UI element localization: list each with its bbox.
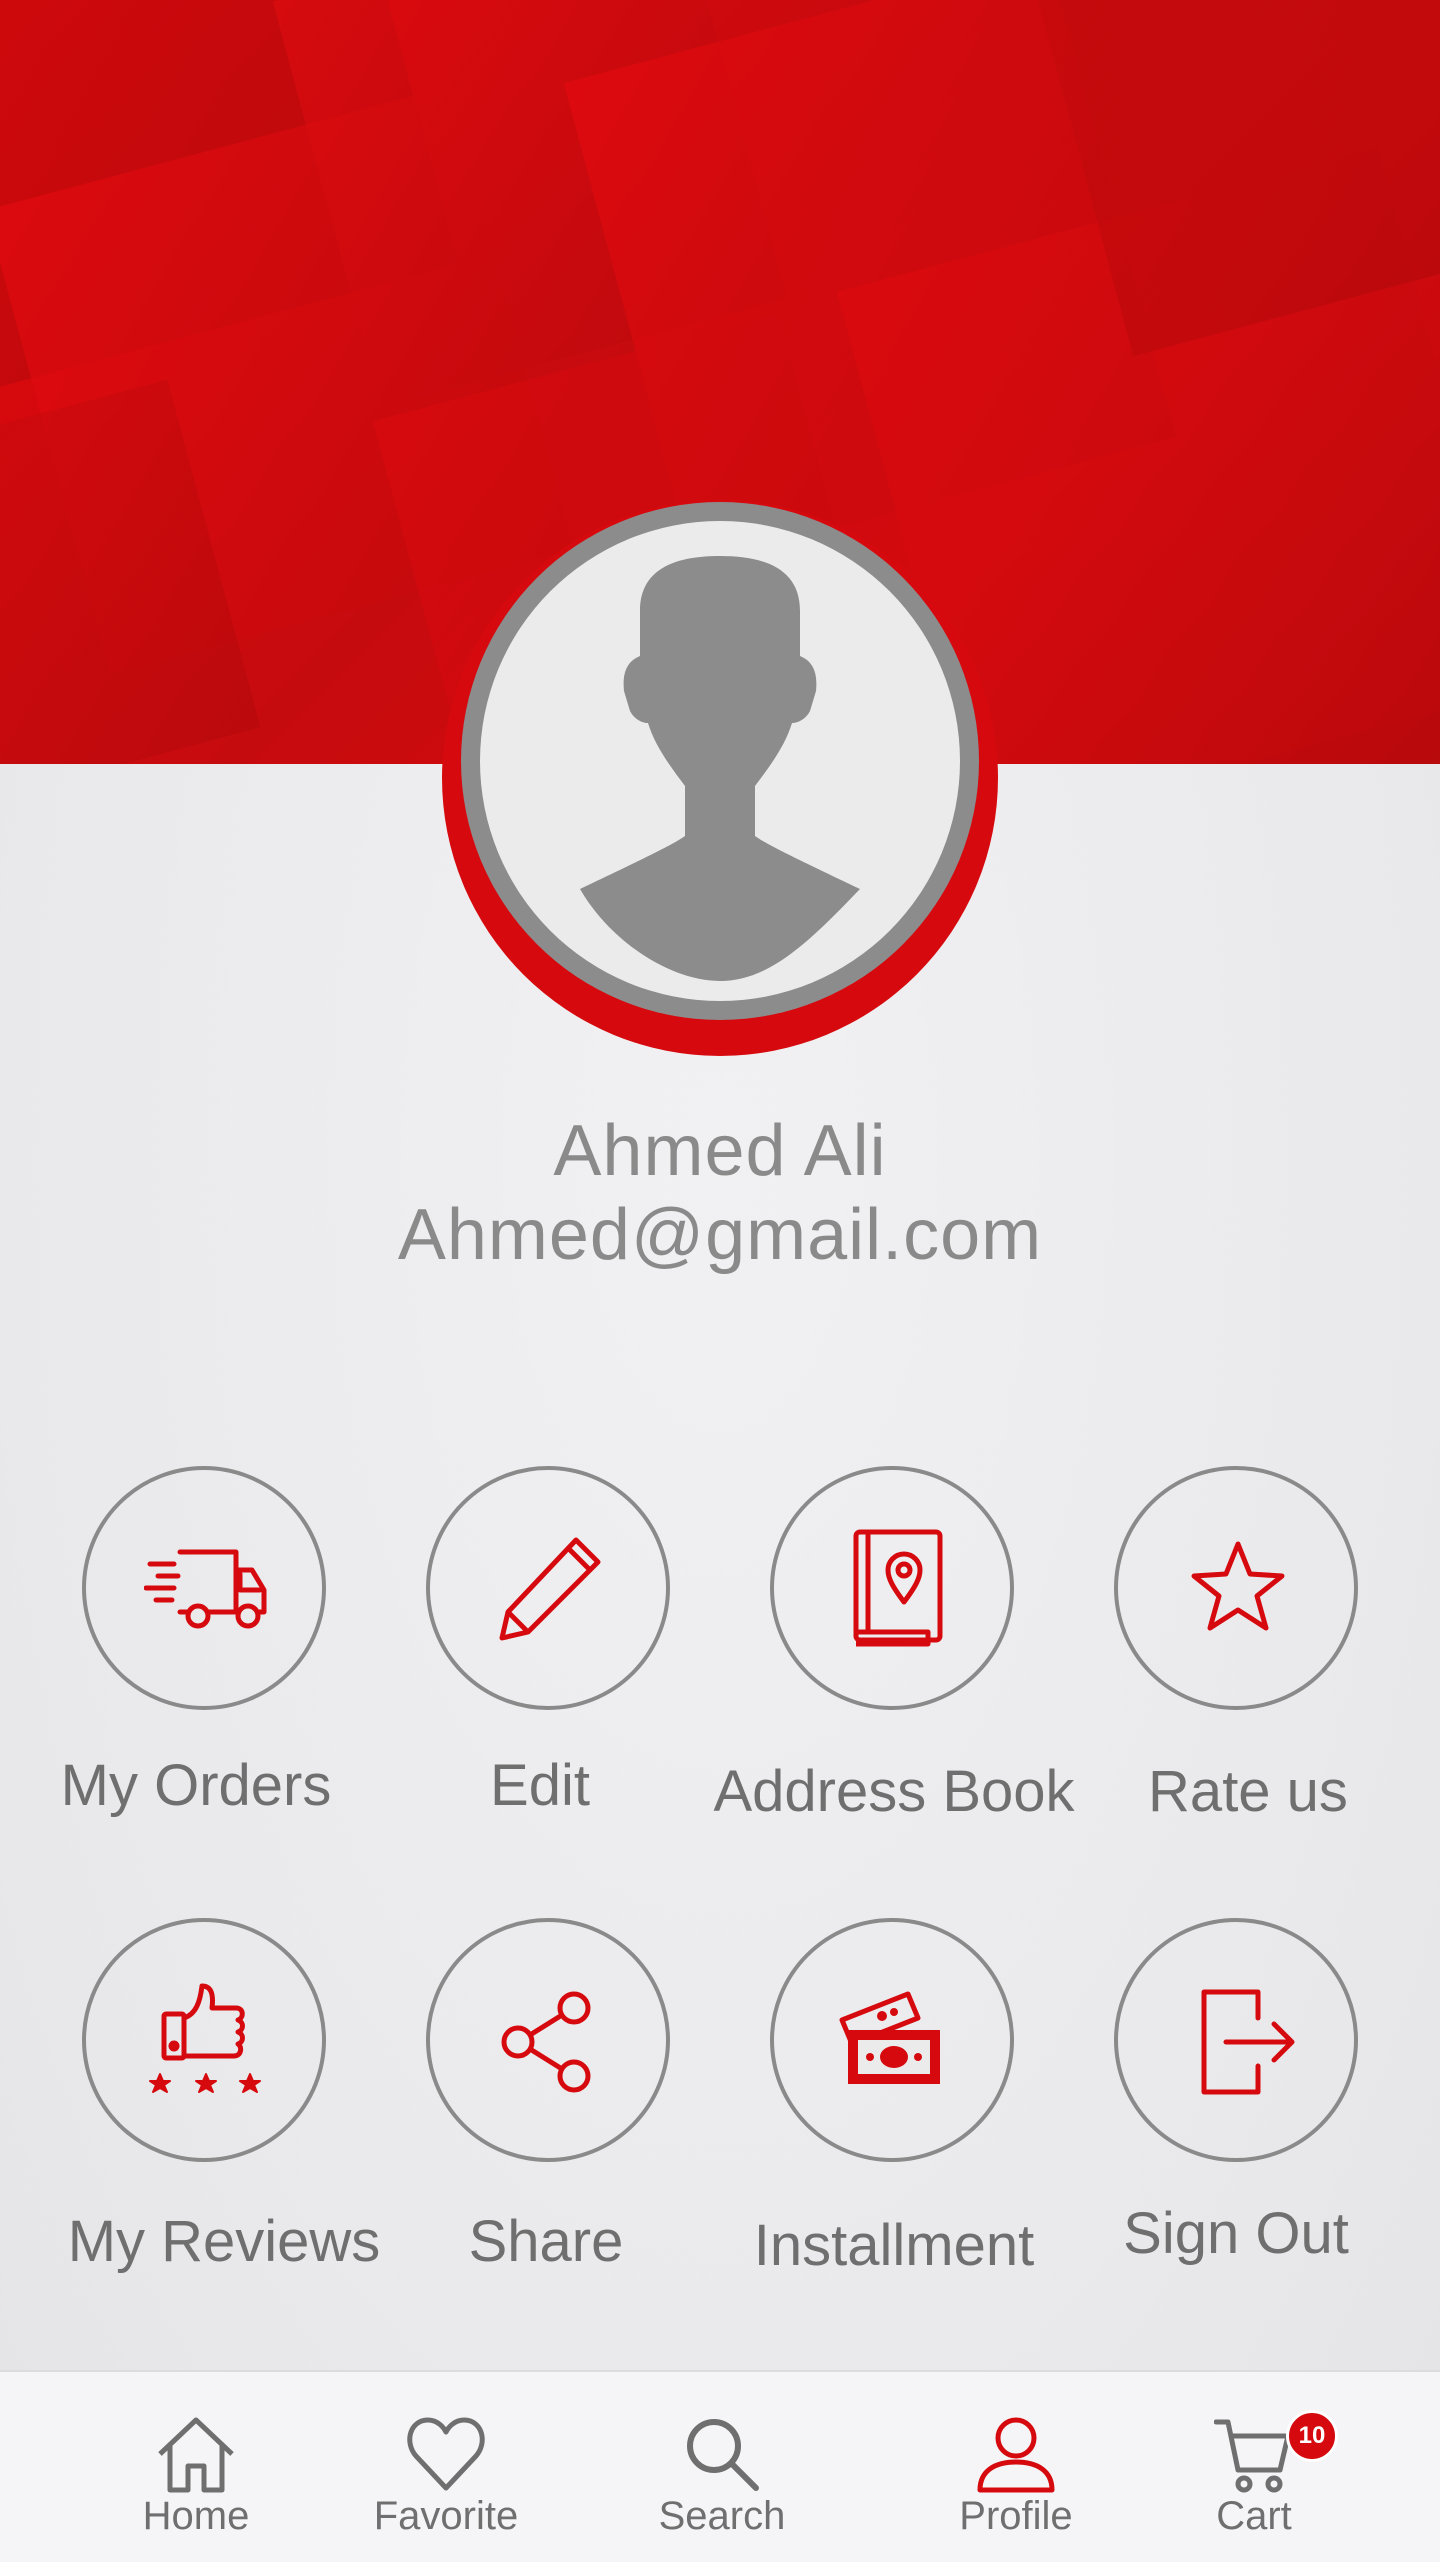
address-book-circle — [770, 1466, 1014, 1710]
money-icon — [839, 1991, 940, 2084]
my-orders-button[interactable] — [82, 1466, 326, 1710]
sign-out-button[interactable] — [1114, 1918, 1358, 2162]
address-book-button[interactable] — [770, 1466, 1014, 1710]
installment-circle — [770, 1918, 1014, 2162]
heart-icon — [407, 2417, 485, 2491]
thumbs-up-rating-icon — [149, 1983, 261, 2093]
sign-out-icon — [1201, 1989, 1295, 2095]
nav-search[interactable]: Search — [612, 2372, 832, 2562]
my-orders-circle — [82, 1466, 326, 1710]
sign-out-label: Sign Out — [1123, 2201, 1349, 2266]
share-button[interactable] — [426, 1918, 670, 2162]
installment-button[interactable] — [770, 1918, 1014, 2162]
nav-home-label: Home — [142, 2494, 250, 2538]
nav-home[interactable]: Home — [86, 2372, 306, 2562]
my-reviews-button[interactable] — [82, 1918, 326, 2162]
rate-us-label: Rate us — [1148, 1759, 1348, 1824]
nav-profile[interactable]: Profile — [906, 2372, 1126, 2562]
user-email: Ahmed@gmail.com — [397, 1195, 1043, 1275]
cart-icon — [1214, 2419, 1291, 2493]
user-icon — [977, 2417, 1055, 2493]
nav-favorite[interactable]: Favorite — [336, 2372, 556, 2562]
edit-circle — [426, 1466, 670, 1710]
pencil-icon — [499, 1537, 601, 1641]
user-name: Ahmed Ali — [553, 1111, 887, 1191]
share-circle — [426, 1918, 670, 2162]
search-icon — [687, 2419, 759, 2491]
nav-search-label: Search — [658, 2494, 786, 2538]
rate-us-button[interactable] — [1114, 1466, 1358, 1710]
nav-cart-label: Cart — [1216, 2494, 1292, 2538]
home-icon — [158, 2417, 234, 2493]
avatar[interactable] — [480, 521, 960, 1001]
user-silhouette-icon — [580, 556, 860, 981]
nav-profile-label: Profile — [959, 2494, 1073, 2538]
share-icon — [501, 1991, 591, 2093]
my-reviews-circle — [82, 1918, 326, 2162]
address-book-icon — [853, 1529, 943, 1647]
star-icon — [1191, 1541, 1285, 1631]
sign-out-circle — [1114, 1918, 1358, 2162]
nav-cart[interactable]: 10 Cart — [1144, 2372, 1364, 2562]
rate-us-circle — [1114, 1466, 1358, 1710]
delivery-truck-icon — [144, 1549, 267, 1629]
cart-count-badge: 10 — [1286, 2410, 1338, 2462]
nav-favorite-label: Favorite — [373, 2494, 519, 2538]
edit-button[interactable] — [426, 1466, 670, 1710]
bottom-navigation: Home Favorite Search Profile 10 Cart — [0, 2370, 1440, 2562]
